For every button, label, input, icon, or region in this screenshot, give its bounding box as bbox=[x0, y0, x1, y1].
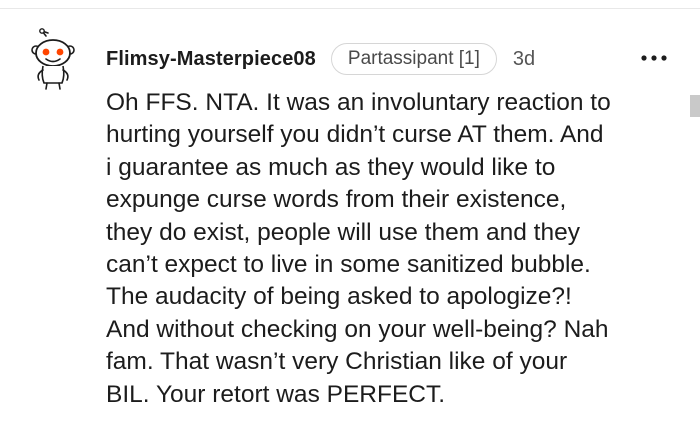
comment-body-text: Oh FFS. NTA. It was an involuntary react… bbox=[106, 89, 611, 408]
reddit-snoo-avatar-icon[interactable] bbox=[30, 28, 76, 90]
scrollbar-thumb[interactable] bbox=[690, 95, 700, 117]
user-flair-badge: Partassipant [1] bbox=[330, 43, 497, 75]
more-options-button[interactable] bbox=[636, 45, 672, 71]
comment-author-username[interactable]: Flimsy-Masterpiece08 bbox=[106, 48, 316, 71]
more-options-icon bbox=[641, 55, 667, 61]
comment-timestamp: 3d bbox=[512, 47, 536, 70]
comment: Flimsy-Masterpiece08 Partassipant [1] 3d… bbox=[0, 0, 700, 432]
comment-header: Flimsy-Masterpiece08 Partassipant [1] 3d bbox=[106, 42, 535, 76]
